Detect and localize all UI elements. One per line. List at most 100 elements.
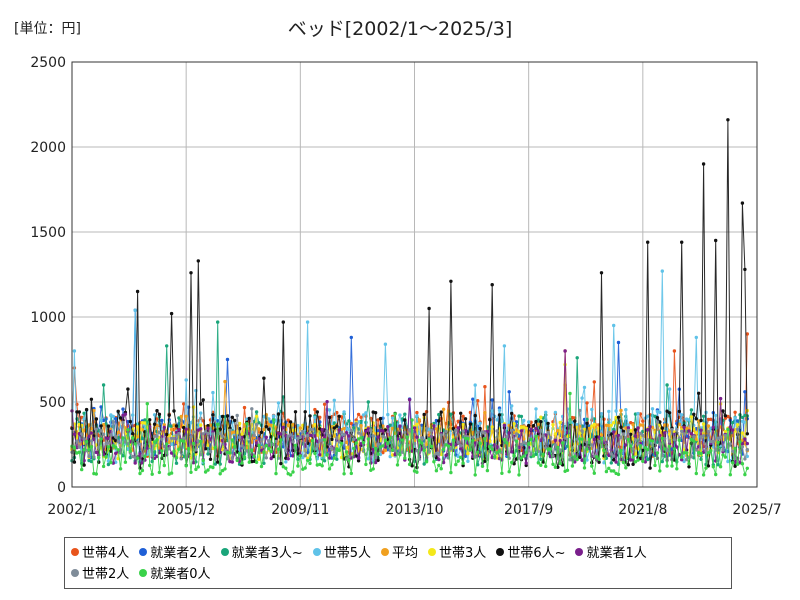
data-point [432,460,436,464]
data-point [237,451,242,456]
data-point [148,418,152,422]
data-point [459,444,463,448]
x-tick-label: 2009/11 [271,502,329,518]
data-point [138,471,142,476]
data-point [595,455,599,459]
data-point [731,420,735,425]
data-point [165,442,169,446]
data-point [667,387,672,391]
data-point [658,442,662,446]
data-point [111,414,116,419]
data-point [510,460,514,465]
data-point [599,412,604,416]
data-point [288,473,293,477]
data-point [388,436,392,440]
data-point [313,451,317,456]
data-point [82,417,86,421]
data-point [106,441,111,445]
data-point [568,391,572,396]
data-point [191,430,196,434]
data-point [296,464,300,468]
data-point [721,409,725,413]
data-point [738,440,742,444]
data-point [347,434,351,438]
data-point [636,426,640,430]
data-point [682,425,686,429]
data-point [259,438,264,442]
data-point [590,443,594,447]
data-point [327,467,332,471]
data-point [424,426,429,430]
data-point [735,423,740,427]
data-point [670,428,674,432]
data-point [733,410,737,414]
data-point [680,413,684,417]
data-point [160,418,164,423]
data-point [631,462,635,466]
data-point [233,444,237,449]
data-point [308,414,312,418]
data-point [403,456,407,460]
data-point [641,433,645,438]
legend-marker [496,547,505,556]
data-point [485,468,490,473]
data-point [194,467,198,472]
data-point [575,457,579,462]
data-point [310,439,315,443]
data-point [264,425,268,429]
legend-label: 平均 [392,546,419,561]
legend-label: 就業者0人 [150,567,211,582]
x-tick-label: 2017/9 [504,502,553,518]
data-point [417,438,422,443]
data-point [507,390,511,394]
data-point [699,418,703,423]
data-point [267,439,271,443]
data-point [305,320,310,324]
data-point [301,429,305,434]
data-point [228,428,232,432]
data-point [352,446,356,451]
data-point [106,424,111,428]
data-point [274,471,278,476]
data-point [524,426,528,430]
data-point [213,445,217,450]
data-point [252,454,256,458]
legend-item: 就業者3人~ [220,541,303,562]
data-point [711,439,715,444]
data-point [701,162,706,166]
data-point [616,442,621,446]
x-axis: 2002/1 2005/12 2009/11 2013/10 2017/9 2021/8 2… [47,502,781,518]
data-point [701,473,706,477]
data-point [626,463,630,467]
data-point [172,449,176,453]
data-point [556,428,560,433]
data-point [735,462,740,466]
data-point [169,427,174,432]
data-point [437,457,441,462]
data-point [558,461,562,466]
data-point [208,457,213,461]
data-point [699,451,703,456]
data-point [468,447,473,452]
data-point [614,409,618,413]
legend-marker [312,547,321,556]
data-point [626,428,630,433]
data-point [570,446,575,450]
data-point [89,439,94,443]
data-point [539,463,543,467]
data-point [220,434,225,438]
data-point [478,441,482,445]
data-point [390,416,395,420]
data-point [490,409,494,413]
data-point [743,390,747,394]
data-point [616,472,621,477]
data-point [228,451,232,455]
data-point [303,466,307,470]
data-point [621,432,626,436]
data-point [650,439,655,443]
data-point [264,413,268,417]
data-point [490,425,494,429]
data-point [371,434,375,438]
data-point [267,446,271,451]
data-point [281,425,285,430]
